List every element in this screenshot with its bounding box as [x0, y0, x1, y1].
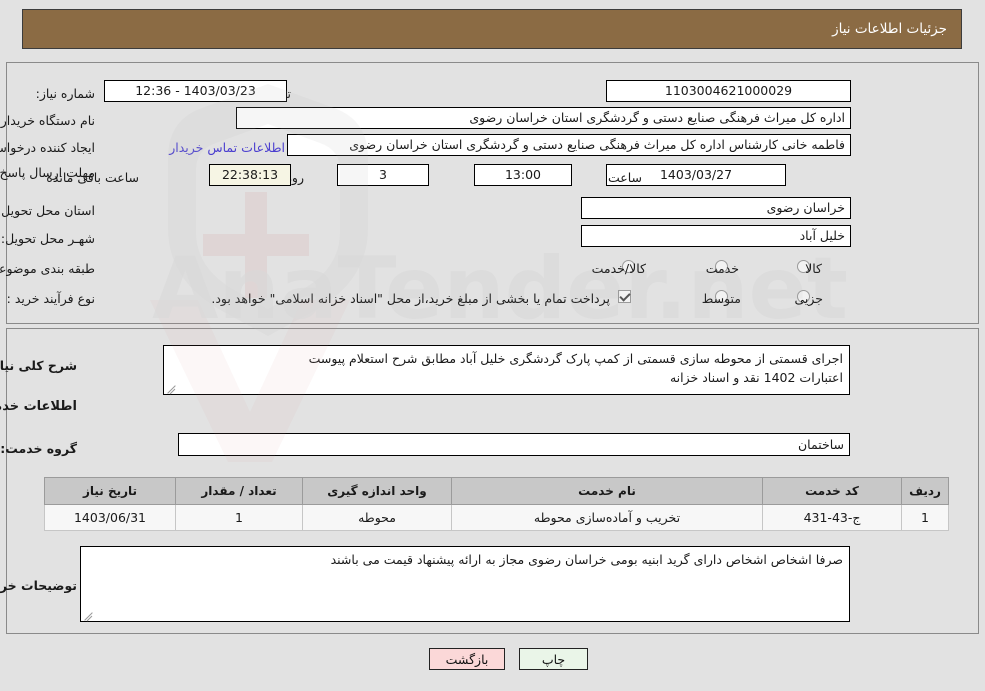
- page-header: جزئیات اطلاعات نیاز: [22, 9, 962, 49]
- cell-service-code: ج-43-431: [762, 504, 902, 531]
- radio-process-motevaset-label: متوسط: [701, 291, 741, 306]
- treasury-bonds-label: پرداخت تمام یا بخشی از مبلغ خرید،از محل …: [211, 291, 610, 306]
- cell-row-no: 1: [901, 504, 949, 531]
- process-type-label: نوع فرآیند خرید :: [6, 291, 95, 306]
- timer-suffix-label: ساعت باقی مانده: [46, 170, 139, 185]
- deadline-hour-label: ساعت: [607, 170, 642, 185]
- table-row: 1 ج-43-431 تخریب و آماده‌سازی محوطه محوط…: [44, 504, 949, 531]
- deadline-hour-value: 13:00: [474, 164, 572, 186]
- need-description-label: شرح کلی نیاز:: [0, 358, 77, 373]
- buyer-notes-label: توضیحات خریدار:: [0, 578, 77, 593]
- days-remaining-value: 3: [337, 164, 429, 186]
- cell-quantity: 1: [175, 504, 303, 531]
- announce-datetime-value: 1403/03/23 - 12:36: [104, 80, 287, 102]
- request-creator-label: ایجاد کننده درخواست:: [0, 140, 95, 155]
- cell-need-date: 1403/06/31: [44, 504, 176, 531]
- city-value: خلیل آباد: [581, 225, 851, 247]
- city-label: شهـر محل تحویل:: [0, 231, 95, 246]
- buyer-notes-value: صرفا اشخاص اشخاص دارای گرید ابنیه بومی خ…: [80, 546, 850, 622]
- cell-unit: محوطه: [302, 504, 452, 531]
- radio-category-kala-label: کالا: [805, 261, 822, 276]
- col-unit: واحد اندازه گیری: [302, 477, 452, 505]
- page-root: AnaTender.net جزئیات اطلاعات نیاز شماره …: [0, 0, 985, 691]
- buyer-org-label: نام دستگاه خریدار:: [0, 113, 95, 128]
- radio-category-kala-khedmat-label: کالا/خدمت: [591, 261, 646, 276]
- services-info-title: اطلاعات خدمات مورد نیاز: [0, 399, 77, 414]
- print-button[interactable]: چاپ: [519, 648, 588, 670]
- need-number-value: 1103004621000029: [606, 80, 851, 102]
- page-title: جزئیات اطلاعات نیاز: [832, 21, 947, 37]
- province-label: استان محل تحویل:: [0, 203, 95, 218]
- need-number-label: شماره نیاز:: [35, 86, 95, 101]
- col-need-date: تاریخ نیاز: [44, 477, 176, 505]
- col-row-no: ردیف: [901, 477, 949, 505]
- col-quantity: تعداد / مقدار: [175, 477, 303, 505]
- service-group-label: گروه خدمت:: [0, 441, 77, 456]
- countdown-timer-value: 22:38:13: [209, 164, 291, 186]
- table-header-row: ردیف کد خدمت نام خدمت واحد اندازه گیری ت…: [44, 477, 949, 505]
- buyer-contact-link[interactable]: اطلاعات تماس خریدار: [169, 140, 285, 156]
- radio-process-jozee-label: جزیی: [794, 291, 823, 306]
- treasury-bonds-checkbox[interactable]: [618, 290, 631, 303]
- need-description-value: اجرای قسمتی از محوطه سازی قسمتی از کمپ پ…: [163, 345, 850, 395]
- back-button[interactable]: بازگشت: [429, 648, 505, 670]
- category-label: طبقه بندی موضوعی:: [0, 261, 95, 276]
- cell-service-name: تخریب و آماده‌سازی محوطه: [451, 504, 763, 531]
- request-creator-value: فاطمه خانی کارشناس اداره کل میراث فرهنگی…: [287, 134, 851, 156]
- buyer-org-value: اداره کل میراث فرهنگی صنایع دستی و گردشگ…: [236, 107, 851, 129]
- province-value: خراسان رضوی: [581, 197, 851, 219]
- col-service-name: نام خدمت: [451, 477, 763, 505]
- service-group-value: ساختمان: [178, 433, 850, 456]
- col-service-code: کد خدمت: [762, 477, 902, 505]
- services-table: ردیف کد خدمت نام خدمت واحد اندازه گیری ت…: [44, 477, 949, 531]
- radio-category-khedmat-label: خدمت: [705, 261, 739, 276]
